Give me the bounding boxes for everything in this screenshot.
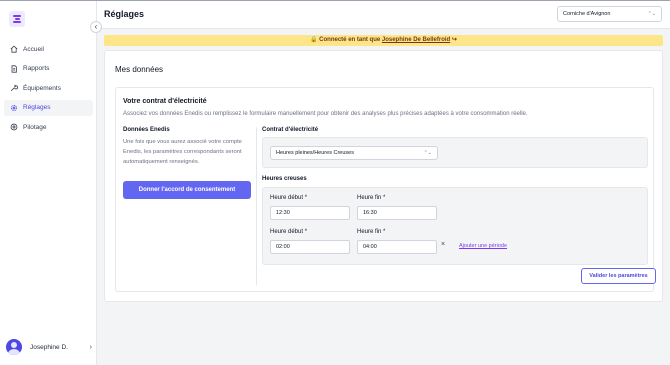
gear-icon	[10, 104, 18, 112]
contract-type-value: Heures pleines/Heures Creuses	[276, 150, 354, 156]
site-select[interactable]: Corniche d'Avignon ⌃⌄	[557, 6, 662, 22]
chevron-right-icon: ›	[89, 343, 92, 351]
enedis-section: Données Enedis Une fois que vous aurez a…	[123, 127, 253, 167]
sidebar-item-label: Accueil	[23, 45, 44, 53]
main-card: Mes données Votre contrat d'électricité …	[104, 50, 663, 302]
updown-chevron-icon: ⌃⌄	[423, 150, 432, 156]
start-label: Heure début *	[270, 195, 308, 201]
banner-user-link[interactable]: Josephine De Bellefroid	[382, 37, 450, 43]
sidebar-item-label: Équipements	[23, 84, 61, 92]
updown-chevron-icon: ⌃⌄	[647, 11, 656, 17]
app-logo-icon[interactable]	[9, 11, 25, 27]
add-period-link[interactable]: Ajouter une période	[459, 243, 507, 249]
avatar	[6, 339, 22, 355]
end-label: Heure fin *	[357, 195, 386, 201]
off-peak-panel: Heure début * Heure fin * 12:30 16:30 He…	[262, 187, 648, 265]
wrench-icon	[10, 84, 18, 92]
section-title: Mes données	[115, 65, 164, 74]
sidebar-collapse-button[interactable]: ‹	[90, 21, 102, 33]
top-bar: Réglages Corniche d'Avignon ⌃⌄	[97, 1, 670, 29]
end-label: Heure fin *	[357, 229, 386, 235]
user-name: Josephine D.	[30, 343, 68, 351]
start-time-input[interactable]: 02:00	[270, 240, 350, 254]
end-time-input[interactable]: 04:00	[357, 240, 437, 254]
validate-settings-button[interactable]: Valider les paramètres	[581, 268, 656, 284]
sidebar-item-pilotage[interactable]: Pilotage	[4, 119, 93, 135]
contract-card-description: Associez vos données Enedis ou remplisse…	[123, 111, 528, 117]
enedis-title: Données Enedis	[123, 127, 170, 133]
user-menu[interactable]: Josephine D. ›	[6, 339, 92, 355]
page-title: Réglages	[104, 9, 145, 19]
exit-icon[interactable]: ↪	[452, 37, 457, 43]
contract-title: Contrat d'électricité	[262, 127, 319, 133]
contract-card-title: Votre contrat d'électricité	[123, 98, 207, 105]
contract-panel: Heures pleines/Heures Creuses ⌃⌄	[262, 137, 648, 168]
power-icon	[10, 123, 18, 131]
enedis-text: Une fois que vous aurez associé votre co…	[123, 139, 242, 165]
home-icon	[10, 45, 18, 53]
sidebar-item-accueil[interactable]: Accueil	[4, 41, 93, 57]
remove-period-icon[interactable]: ×	[441, 241, 445, 248]
start-label: Heure début *	[270, 229, 308, 235]
off-peak-title: Heures creuses	[262, 176, 307, 182]
end-time-input[interactable]: 16:30	[357, 206, 437, 220]
sidebar-nav: Accueil Rapports Équipements Réglages Pi…	[4, 41, 93, 139]
sidebar: Accueil Rapports Équipements Réglages Pi…	[0, 1, 97, 365]
consent-button[interactable]: Donner l'accord de consentement	[123, 181, 251, 199]
sidebar-item-reglages[interactable]: Réglages	[4, 99, 93, 116]
site-select-value: Corniche d'Avignon	[563, 11, 611, 17]
sidebar-item-rapports[interactable]: Rapports	[4, 61, 93, 77]
sidebar-item-label: Réglages	[23, 104, 51, 111]
contract-type-select[interactable]: Heures pleines/Heures Creuses ⌃⌄	[270, 146, 438, 160]
sidebar-item-equipements[interactable]: Équipements	[4, 80, 93, 96]
impersonation-banner: 🔒 Connecté en tant que Josephine De Bell…	[104, 35, 663, 46]
sidebar-item-label: Pilotage	[23, 123, 47, 131]
sidebar-item-label: Rapports	[23, 65, 50, 72]
document-icon	[10, 64, 18, 73]
banner-text: 🔒 Connecté en tant que	[310, 37, 381, 43]
contract-card: Votre contrat d'électricité Associez vos…	[115, 87, 656, 292]
column-divider	[256, 127, 257, 285]
start-time-input[interactable]: 12:30	[270, 206, 350, 220]
